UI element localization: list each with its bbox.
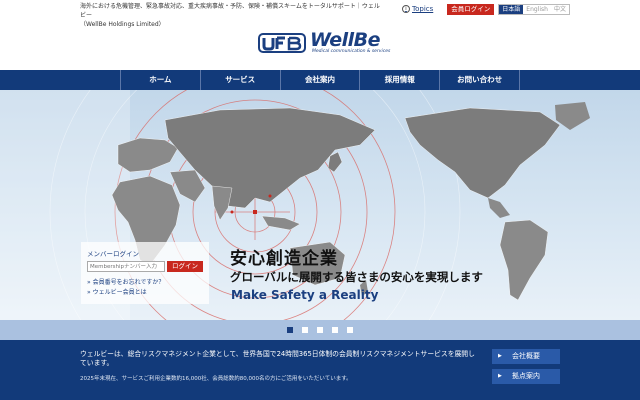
topics-label: Topics xyxy=(412,5,434,13)
member-login-button[interactable]: 会員ログイン xyxy=(447,3,495,15)
nav-home[interactable]: ホーム xyxy=(120,70,200,90)
wellbe-logo[interactable]: WellBe Medical communication & services xyxy=(258,29,391,54)
topics-link[interactable]: i Topics xyxy=(402,5,433,13)
locations-button[interactable]: ▶ 拠点案内 xyxy=(492,369,560,384)
arrow-right-icon: ▶ xyxy=(498,373,502,379)
forgot-number-label: 会員番号をお忘れですか？ xyxy=(92,279,165,286)
lang-english[interactable]: English xyxy=(523,5,551,14)
lang-chinese[interactable]: 中文 xyxy=(551,5,569,14)
slide-dot-4[interactable] xyxy=(332,327,338,333)
company-overview-label: 会社概要 xyxy=(512,352,540,360)
company-stats-note: 2025年末現在、サービスご利用企業数約16,000社、会員総数約80,000名… xyxy=(80,376,352,382)
utility-bar: i Topics 会員ログイン 日本語 English 中文 xyxy=(402,3,570,15)
arrow-right-icon: ▶ xyxy=(498,353,502,359)
login-title: メンバーログイン xyxy=(87,250,139,258)
hero-subheadline: グローバルに展開する皆さまの安心を実現します xyxy=(230,270,483,284)
company-intro-text: ウェルビーは、総合リスクマネジメント企業として、世界各国で24時間365日体制の… xyxy=(80,350,475,367)
tagline-line-2: （WellBe Holdings Limited） xyxy=(80,21,165,28)
membership-number-input[interactable] xyxy=(87,261,165,272)
lang-japanese[interactable]: 日本語 xyxy=(499,4,524,14)
nav-recruit[interactable]: 採用情報 xyxy=(359,70,439,90)
slider-pagination xyxy=(0,320,640,340)
company-overview-button[interactable]: ▶ 会社概要 xyxy=(492,349,560,364)
language-switcher: 日本語 English 中文 xyxy=(498,3,570,15)
login-button[interactable]: ログイン xyxy=(167,261,203,272)
locations-label: 拠点案内 xyxy=(512,372,540,380)
info-icon: i xyxy=(402,5,410,13)
slide-dot-1[interactable] xyxy=(287,327,293,333)
hero-english-tagline: Make Safety a Reality xyxy=(231,288,379,302)
nav-services[interactable]: サービス xyxy=(199,70,280,90)
tagline-line-1: 海外における危機管理、緊急事故対応、重大疾病事故・予防、保険・補償スキームをトー… xyxy=(80,3,380,19)
site-tagline: 海外における危機管理、緊急事故対応、重大疾病事故・予防、保険・補償スキームをトー… xyxy=(80,2,380,29)
about-membership-link[interactable]: » ウェルビー会員とは xyxy=(87,287,147,296)
slide-dot-5[interactable] xyxy=(347,327,353,333)
nav-contact[interactable]: お問い合わせ xyxy=(439,70,520,90)
member-login-panel: メンバーログイン ログイン » 会員番号をお忘れですか？ » ウェルビー会員とは xyxy=(81,242,209,304)
logo-name: WellBe xyxy=(310,29,381,51)
nav-company[interactable]: 会社案内 xyxy=(279,70,360,90)
slide-dot-2[interactable] xyxy=(302,327,308,333)
about-membership-label: ウェルビー会員とは xyxy=(92,289,147,296)
slide-dot-3[interactable] xyxy=(317,327,323,333)
hero-headline: 安心創造企業 xyxy=(230,249,338,269)
forgot-number-link[interactable]: » 会員番号をお忘れですか？ xyxy=(87,277,164,286)
main-navigation: ホーム サービス 会社案内 採用情報 お問い合わせ xyxy=(0,70,640,90)
wellbe-logo-mark-icon xyxy=(258,33,306,53)
logo-subtitle: Medical communication & services xyxy=(312,49,391,54)
site-header: 海外における危機管理、緊急事故対応、重大疾病事故・予防、保険・補償スキームをトー… xyxy=(0,0,640,70)
